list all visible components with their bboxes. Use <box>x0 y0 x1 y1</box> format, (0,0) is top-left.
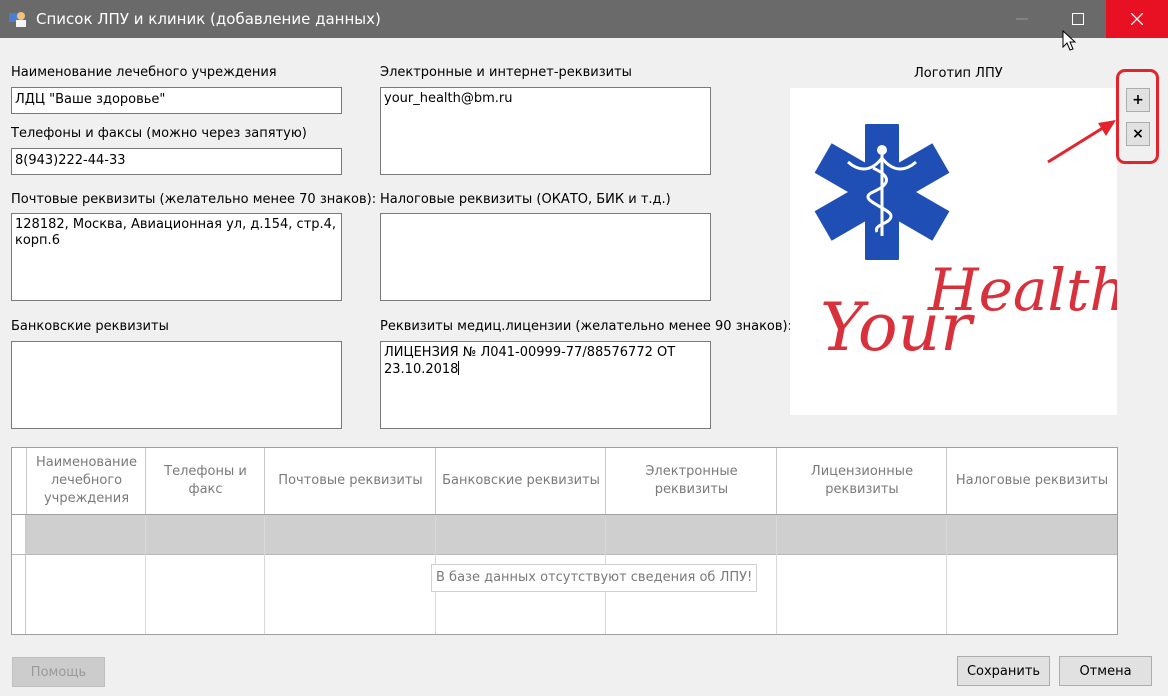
row-header-corner <box>12 448 27 514</box>
phones-input[interactable]: 8(943)222-44-33 <box>11 148 342 175</box>
empty-grid-message: В базе данных отсутствуют сведения об ЛП… <box>431 564 758 592</box>
window-title: Список ЛПУ и клиник (добавление данных) <box>36 10 381 28</box>
logo-label: Логотип ЛПУ <box>914 66 1003 81</box>
minimize-button[interactable] <box>994 0 1050 38</box>
electronic-label: Электронные и интернет-реквизиты <box>380 65 632 80</box>
license-label: Реквизиты медиц.лицензии (желательно мен… <box>380 319 792 334</box>
electronic-textarea[interactable]: your_health@bm.ru <box>380 87 711 175</box>
tax-label: Налоговые реквизиты (ОКАТО, БИК и т.д.) <box>380 192 671 207</box>
lpu-data-grid[interactable]: Наименование лечебного учреждения Телефо… <box>11 447 1118 635</box>
column-header-tax[interactable]: Налоговые реквизиты <box>946 448 1117 514</box>
help-button[interactable]: Помощь <box>12 657 105 687</box>
table-row[interactable] <box>12 515 1117 555</box>
name-label: Наименование лечебного учреждения <box>11 65 277 80</box>
logo-text-your: Your <box>820 289 975 366</box>
star-of-life-icon <box>814 124 950 260</box>
column-divider <box>776 515 777 634</box>
column-header-postal[interactable]: Почтовые реквизиты <box>264 448 436 514</box>
app-icon <box>9 12 26 27</box>
postal-textarea[interactable]: 128182, Москва, Авиационная ул, д.154, с… <box>11 213 342 301</box>
column-divider <box>145 515 146 634</box>
mouse-cursor-icon <box>1062 30 1077 51</box>
bank-textarea[interactable] <box>11 341 342 429</box>
maximize-icon <box>1072 13 1084 25</box>
save-button[interactable]: Сохранить <box>957 656 1050 686</box>
column-header-name[interactable]: Наименование лечебного учреждения <box>26 448 146 514</box>
license-text: ЛИЦЕНЗИЯ № Л041-00999-77/88576772 ОТ 23.… <box>384 345 680 377</box>
row-header[interactable] <box>12 515 26 555</box>
phones-label: Телефоны и факсы (можно через запятую) <box>11 126 307 141</box>
tax-textarea[interactable] <box>380 213 711 301</box>
license-textarea[interactable]: ЛИЦЕНЗИЯ № Л041-00999-77/88576772 ОТ 23.… <box>380 341 711 429</box>
column-divider <box>264 515 265 634</box>
grid-header: Наименование лечебного учреждения Телефо… <box>12 448 1117 515</box>
annotation-highlight <box>1116 69 1159 164</box>
maximize-button[interactable] <box>1050 0 1106 38</box>
close-window-button[interactable] <box>1106 0 1168 38</box>
column-divider <box>946 515 947 634</box>
column-header-bank[interactable]: Банковские реквизиты <box>435 448 606 514</box>
text-caret <box>458 361 460 375</box>
cancel-button[interactable]: Отмена <box>1059 656 1152 686</box>
minimize-icon <box>1016 18 1028 20</box>
column-header-license[interactable]: Лицензионные реквизиты <box>776 448 947 514</box>
title-bar: Список ЛПУ и клиник (добавление данных) <box>0 0 1168 38</box>
postal-label: Почтовые реквизиты (желательно менее 70 … <box>11 192 377 207</box>
column-header-electronic[interactable]: Электронные реквизиты <box>605 448 777 514</box>
annotation-arrow-icon <box>1047 120 1116 164</box>
close-icon <box>1131 13 1143 25</box>
column-header-phones[interactable]: Телефоны и факс <box>145 448 265 514</box>
name-input[interactable]: ЛДЦ "Ваше здоровье" <box>11 87 342 114</box>
bank-label: Банковские реквизиты <box>11 319 169 334</box>
